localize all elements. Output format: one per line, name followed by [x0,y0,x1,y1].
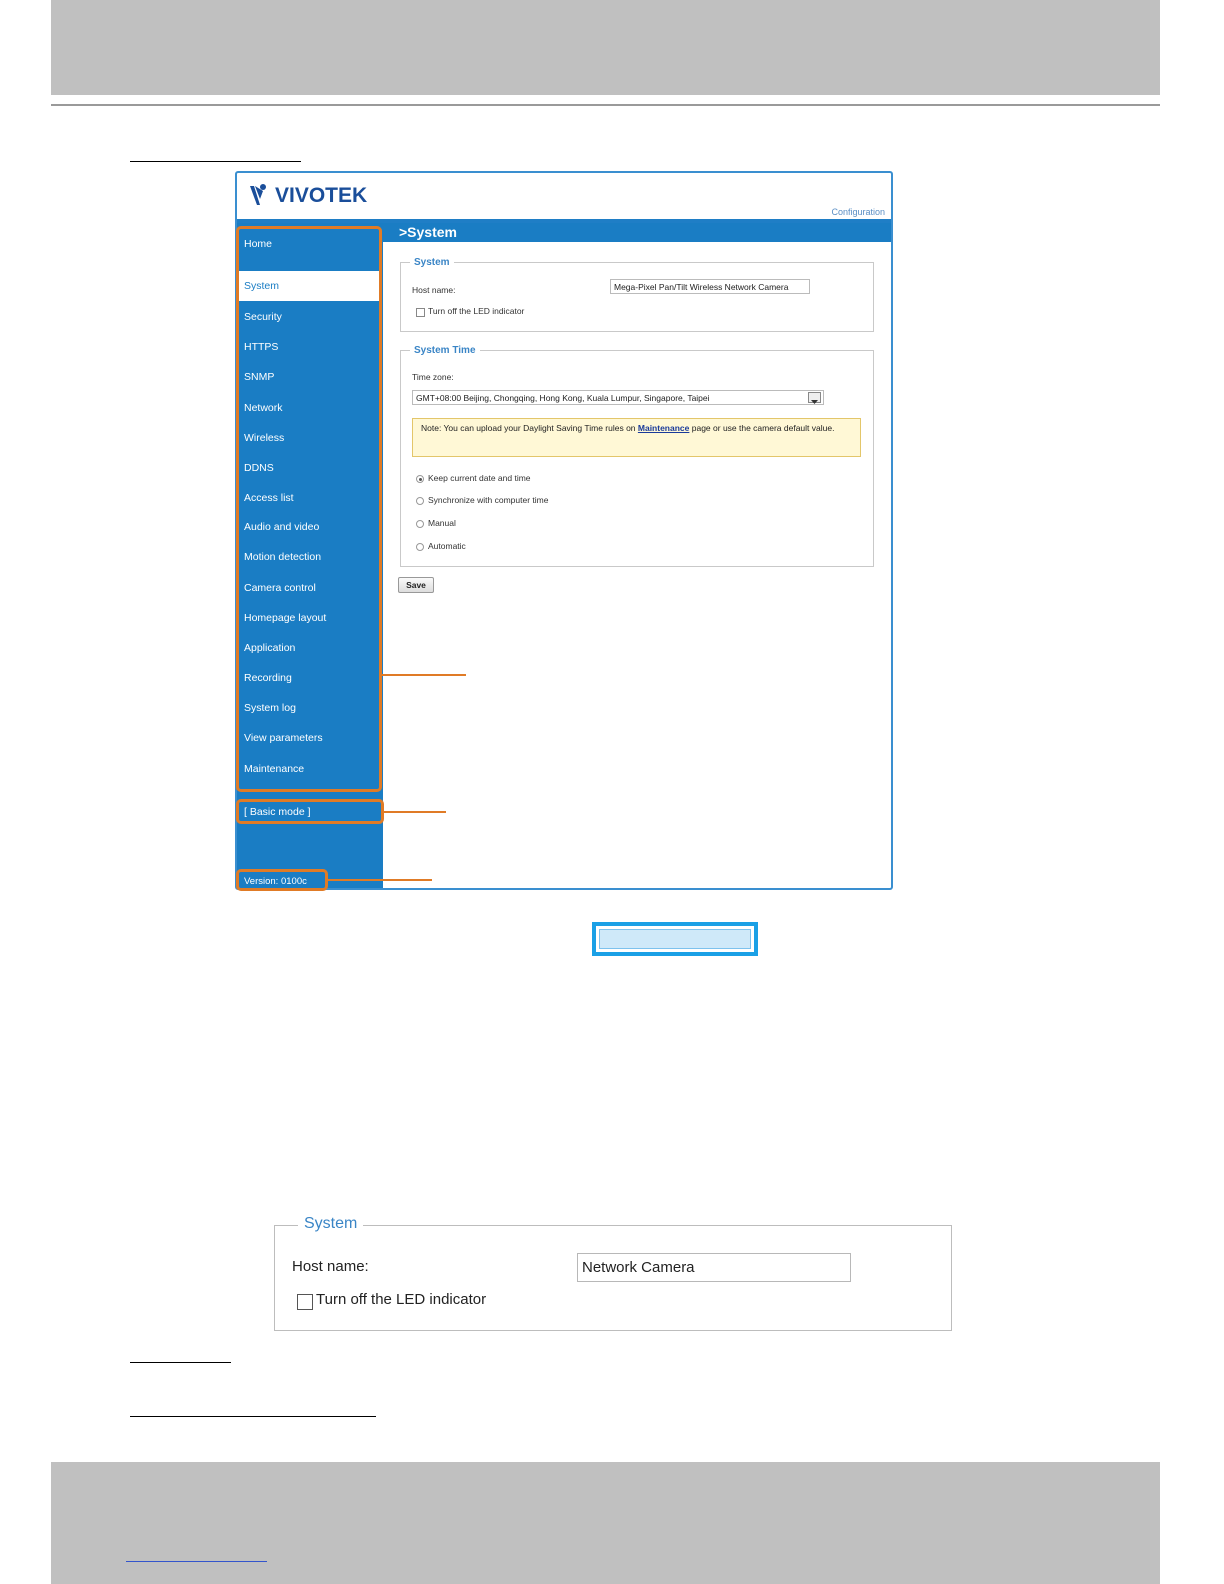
radio-manual-label: Manual [428,518,456,528]
host-name-label: Host name: [412,285,456,295]
version-leader [328,879,432,881]
time-zone-label: Time zone: [412,372,454,382]
radio-keep-current[interactable] [416,475,424,483]
radio-automatic[interactable] [416,543,424,551]
version-callout [236,869,328,891]
footer-link-underline [126,1561,267,1562]
time-zone-select[interactable]: GMT+08:00 Beijing, Chongqing, Hong Kong,… [412,390,824,405]
vivotek-logo-icon [250,184,266,205]
led-checkbox-label: Turn off the LED indicator [428,306,525,316]
basic-mode-leader [384,811,446,813]
detail-host-name-label: Host name: [292,1258,369,1275]
system-time-legend: System Time [410,345,480,356]
vivotek-logo: VIVOTEK [249,181,367,211]
navigation-menu-callout [236,226,382,792]
navigation-menu-leader [382,674,466,676]
radio-keep-current-label: Keep current date and time [428,473,531,483]
logo-text: VIVOTEK [275,184,368,207]
host-name-input[interactable]: Mega-Pixel Pan/Tilt Wireless Network Cam… [610,279,810,294]
radio-sync-computer[interactable] [416,497,424,505]
time-zone-value: GMT+08:00 Beijing, Chongqing, Hong Kong,… [416,393,710,403]
page-footer-band [51,1462,1160,1584]
subheading-underline-2 [130,1416,376,1417]
detail-led-checkbox-label: Turn off the LED indicator [316,1291,487,1308]
detail-led-checkbox[interactable] [297,1294,313,1310]
note-suffix: page or use the camera default value. [689,423,835,433]
page-title: >System [383,223,891,242]
dropdown-arrow-icon[interactable] [808,392,821,404]
section-heading-underline [130,161,301,162]
radio-sync-computer-label: Synchronize with computer time [428,495,549,505]
header-divider [51,104,1160,106]
maintenance-link[interactable]: Maintenance [638,423,690,433]
note-text: Note: You can upload your Daylight Savin… [421,423,638,433]
led-checkbox[interactable] [416,308,425,317]
save-button[interactable]: Save [398,577,434,593]
page-header-band [51,0,1160,95]
subheading-underline-1 [130,1362,231,1363]
system-time-fieldset [400,350,874,567]
dst-note: Note: You can upload your Daylight Savin… [412,418,861,457]
basic-mode-callout [236,799,384,824]
system-fieldset [400,262,874,332]
radio-automatic-label: Automatic [428,541,466,551]
system-legend: System [410,257,454,268]
detail-host-name-input[interactable]: Network Camera [577,1253,851,1282]
highlight-box [592,922,758,956]
highlight-box-fill [599,929,751,949]
configuration-link[interactable]: Configuration [831,207,885,217]
radio-manual[interactable] [416,520,424,528]
system-detail-legend: System [298,1215,364,1233]
